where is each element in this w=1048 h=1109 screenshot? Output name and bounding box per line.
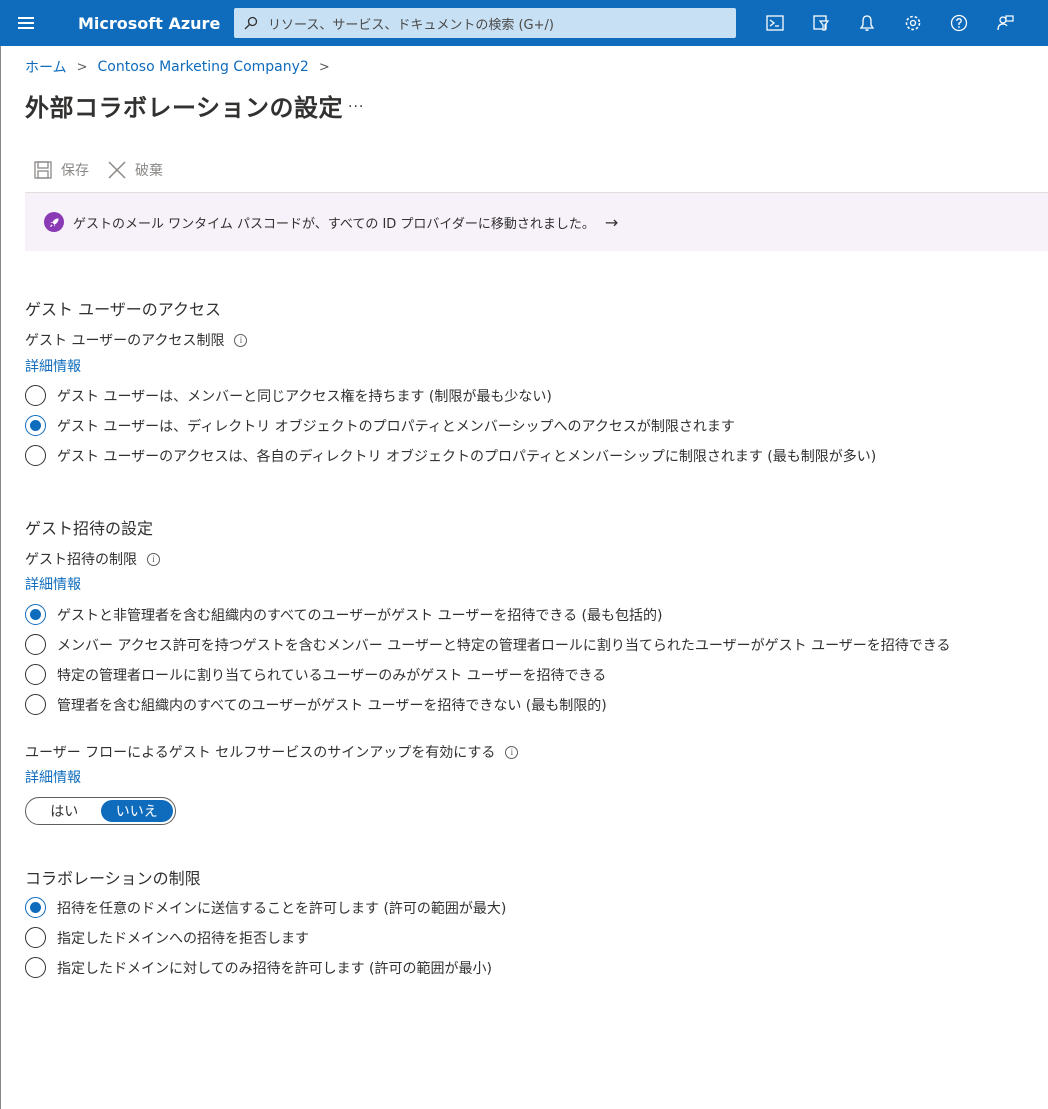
radio-circle[interactable] (25, 604, 46, 625)
close-icon (108, 161, 126, 179)
feedback-icon[interactable] (982, 0, 1028, 46)
guest-access-heading: ゲスト ユーザーのアクセス (25, 300, 221, 319)
radio-circle[interactable] (25, 385, 46, 406)
collab-option[interactable]: 指定したドメインへの招待を拒否します (25, 927, 309, 948)
brand-title[interactable]: Microsoft Azure (78, 14, 234, 33)
rocket-icon (44, 212, 64, 232)
radio-circle[interactable] (25, 634, 46, 655)
save-label: 保存 (61, 163, 89, 179)
breadcrumb: ホーム > Contoso Marketing Company2 > (25, 57, 340, 77)
guest-invite-option-label: ゲストと非管理者を含む組織内のすべてのユーザーがゲスト ユーザーを招待できる (… (57, 607, 663, 624)
guest-access-label: ゲスト ユーザーのアクセス制限 i (25, 330, 248, 350)
guest-invite-option[interactable]: メンバー アクセス許可を持つゲストを含むメンバー ユーザーと特定の管理者ロールに… (25, 634, 951, 655)
guest-invite-label-text: ゲスト招待の制限 (25, 552, 137, 568)
radio-circle[interactable] (25, 897, 46, 918)
page-title: 外部コラボレーションの設定 (25, 94, 344, 122)
guest-access-option-label: ゲスト ユーザーは、ディレクトリ オブジェクトのプロパティとメンバーシップへのア… (57, 418, 735, 435)
breadcrumb-tenant[interactable]: Contoso Marketing Company2 (98, 59, 309, 75)
save-icon (34, 161, 52, 179)
discard-button[interactable]: 破棄 (107, 160, 163, 180)
settings-icon[interactable] (890, 0, 936, 46)
banner-text: ゲストのメール ワンタイム パスコードが、すべての ID プロバイダーに移動され… (73, 216, 595, 232)
radio-circle[interactable] (25, 927, 46, 948)
collab-option-label: 指定したドメインへの招待を拒否します (57, 930, 309, 947)
save-button[interactable]: 保存 (33, 160, 89, 180)
menu-icon[interactable] (0, 0, 52, 46)
info-icon[interactable]: i (505, 745, 519, 759)
info-banner[interactable]: ゲストのメール ワンタイム パスコードが、すべての ID プロバイダーに移動され… (25, 193, 1048, 251)
guest-access-option-label: ゲスト ユーザーのアクセスは、各自のディレクトリ オブジェクトのプロパティとメン… (57, 448, 877, 465)
directory-filter-icon[interactable] (798, 0, 844, 46)
collab-heading: コラボレーションの制限 (25, 869, 201, 888)
arrow-right-icon[interactable]: → (605, 213, 618, 232)
guest-invite-option[interactable]: 管理者を含む組織内のすべてのユーザーがゲスト ユーザーを招待できない (最も制限… (25, 694, 607, 715)
guest-invite-learn-more-link[interactable]: 詳細情報 (25, 574, 81, 594)
help-icon[interactable] (936, 0, 982, 46)
chevron-right-icon: > (318, 59, 330, 75)
self-service-learn-more-link[interactable]: 詳細情報 (25, 767, 81, 787)
info-icon[interactable]: i (234, 333, 248, 347)
cloud-shell-icon[interactable] (752, 0, 798, 46)
guest-access-label-text: ゲスト ユーザーのアクセス制限 (25, 333, 225, 349)
self-service-label: ユーザー フローによるゲスト セルフサービスのサインアップを有効にする i (25, 742, 519, 762)
collab-option-label: 指定したドメインに対してのみ招待を許可します (許可の範囲が最小) (57, 960, 492, 977)
guest-invite-option[interactable]: ゲストと非管理者を含む組織内のすべてのユーザーがゲスト ユーザーを招待できる (… (25, 604, 662, 625)
guest-access-learn-more-link[interactable]: 詳細情報 (25, 356, 81, 376)
collab-option-label: 招待を任意のドメインに送信することを許可します (許可の範囲が最大) (57, 900, 507, 917)
guest-access-option[interactable]: ゲスト ユーザーのアクセスは、各自のディレクトリ オブジェクトのプロパティとメン… (25, 445, 876, 466)
guest-invite-option-label: 管理者を含む組織内のすべてのユーザーがゲスト ユーザーを招待できない (最も制限… (57, 697, 607, 714)
radio-circle[interactable] (25, 694, 46, 715)
radio-circle[interactable] (25, 445, 46, 466)
command-bar: 保存 破棄 (33, 160, 181, 180)
discard-label: 破棄 (135, 163, 163, 179)
guest-invite-option-label: メンバー アクセス許可を持つゲストを含むメンバー ユーザーと特定の管理者ロールに… (57, 637, 951, 654)
collab-option[interactable]: 招待を任意のドメインに送信することを許可します (許可の範囲が最大) (25, 897, 506, 918)
guest-invite-option[interactable]: 特定の管理者ロールに割り当てられているユーザーのみがゲスト ユーザーを招待できる (25, 664, 606, 685)
search-input[interactable]: リソース、サービス、ドキュメントの検索 (G+/) (234, 8, 736, 38)
guest-invite-option-label: 特定の管理者ロールに割り当てられているユーザーのみがゲスト ユーザーを招待できる (57, 667, 607, 684)
breadcrumb-home[interactable]: ホーム (25, 57, 67, 77)
radio-circle[interactable] (25, 957, 46, 978)
self-service-toggle[interactable]: はい いいえ (25, 797, 176, 825)
toggle-yes[interactable]: はい (28, 800, 101, 822)
collab-option[interactable]: 指定したドメインに対してのみ招待を許可します (許可の範囲が最小) (25, 957, 492, 978)
radio-circle[interactable] (25, 664, 46, 685)
search-icon (244, 16, 258, 30)
notifications-icon[interactable] (844, 0, 890, 46)
more-options-button[interactable]: ... (348, 95, 364, 111)
guest-invite-heading: ゲスト招待の設定 (25, 519, 154, 538)
chevron-right-icon: > (76, 59, 88, 75)
top-bar: Microsoft Azure リソース、サービス、ドキュメントの検索 (G+/… (0, 0, 1048, 46)
toggle-no[interactable]: いいえ (100, 800, 173, 822)
search-placeholder: リソース、サービス、ドキュメントの検索 (G+/) (268, 17, 554, 33)
guest-access-option[interactable]: ゲスト ユーザーは、ディレクトリ オブジェクトのプロパティとメンバーシップへのア… (25, 415, 735, 436)
guest-invite-label: ゲスト招待の制限 i (25, 549, 160, 569)
guest-access-option-label: ゲスト ユーザーは、メンバーと同じアクセス権を持ちます (制限が最も少ない) (57, 388, 552, 405)
radio-circle[interactable] (25, 415, 46, 436)
left-border (0, 46, 1, 1109)
self-service-label-text: ユーザー フローによるゲスト セルフサービスのサインアップを有効にする (25, 745, 496, 761)
info-icon[interactable]: i (147, 552, 160, 566)
guest-access-option[interactable]: ゲスト ユーザーは、メンバーと同じアクセス権を持ちます (制限が最も少ない) (25, 385, 552, 406)
